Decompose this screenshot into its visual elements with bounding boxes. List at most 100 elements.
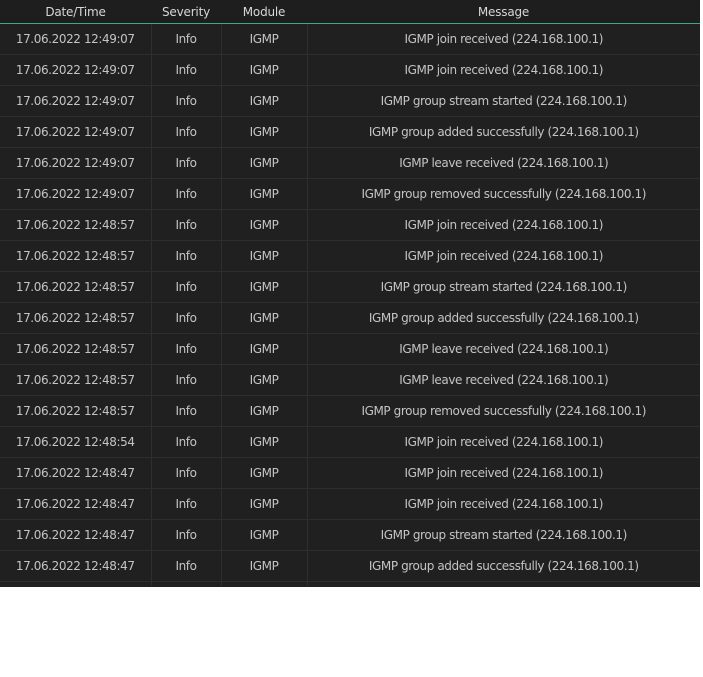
cell-module: IGMP: [220, 395, 307, 427]
cell-message: IGMP leave received (224.168.100.1): [306, 147, 700, 179]
cell-datetime: 17.06.2022 12:48:57: [0, 333, 151, 365]
cell-datetime: 17.06.2022 12:48:57: [0, 302, 151, 334]
cell-module: IGMP: [220, 209, 307, 241]
cell-datetime: 17.06.2022 12:48:54: [0, 426, 151, 458]
cell-message: IGMP join received (224.168.100.1): [306, 209, 700, 241]
cell-severity: Info: [150, 302, 221, 334]
cell-module: IGMP: [220, 54, 307, 86]
cell-message: IGMP group stream started (224.168.100.1…: [306, 519, 700, 551]
cell-empty: [220, 581, 307, 586]
cell-severity: Info: [150, 550, 221, 582]
table-row[interactable]: 17.06.2022 12:48:47 Info IGMP IGMP join rec…: [0, 457, 700, 489]
cell-message: IGMP join received (224.168.100.1): [306, 457, 700, 489]
cell-datetime: 17.06.2022 12:49:07: [0, 178, 151, 210]
cell-datetime: 17.06.2022 12:48:47: [0, 488, 151, 520]
cell-datetime: 17.06.2022 12:48:47: [0, 519, 151, 551]
cell-datetime: 17.06.2022 12:48:57: [0, 240, 151, 272]
table-row[interactable]: 17.06.2022 12:49:07 Info IGMP IGMP group re…: [0, 178, 700, 210]
cell-severity: Info: [150, 209, 221, 241]
cell-message: IGMP group stream started (224.168.100.1…: [306, 85, 700, 117]
cell-module: IGMP: [220, 488, 307, 520]
cell-datetime: 17.06.2022 12:49:07: [0, 147, 151, 179]
cell-datetime: 17.06.2022 12:49:07: [0, 85, 151, 117]
cell-datetime: 17.06.2022 12:48:57: [0, 209, 151, 241]
cell-empty: [0, 582, 151, 587]
cell-module: IGMP: [220, 85, 307, 117]
cell-severity: Info: [150, 23, 221, 55]
cell-message: IGMP join received (224.168.100.1): [306, 23, 700, 55]
log-panel: Date/Time Severity Module Message 17.06.…: [0, 0, 700, 587]
cell-severity: Info: [150, 271, 221, 303]
table-row[interactable]: 17.06.2022 12:49:07 Info IGMP IGMP group st…: [0, 85, 700, 117]
column-header-severity[interactable]: Severity: [151, 0, 221, 24]
table-row[interactable]: 17.06.2022 12:48:57 Info IGMP IGMP join rec…: [0, 240, 700, 272]
table-row[interactable]: 17.06.2022 12:48:54 Info IGMP IGMP join rec…: [0, 426, 700, 458]
table-row[interactable]: 17.06.2022 12:48:47 Info IGMP IGMP group st…: [0, 519, 700, 551]
table-row[interactable]: 17.06.2022 12:49:07 Info IGMP IGMP join rec…: [0, 23, 700, 55]
cell-module: IGMP: [220, 178, 307, 210]
cell-datetime: 17.06.2022 12:48:57: [0, 271, 151, 303]
cell-severity: Info: [150, 85, 221, 117]
cell-module: IGMP: [220, 519, 307, 551]
cell-severity: Info: [150, 395, 221, 427]
cell-empty: [150, 581, 221, 586]
cell-module: IGMP: [220, 550, 307, 582]
header-row: Date/Time Severity Module Message: [0, 0, 700, 24]
cell-datetime: 17.06.2022 12:48:57: [0, 364, 151, 396]
cell-severity: Info: [150, 178, 221, 210]
cell-message: IGMP join received (224.168.100.1): [306, 240, 700, 272]
log-table: Date/Time Severity Module Message 17.06.…: [0, 0, 700, 586]
table-row[interactable]: 17.06.2022 12:48:47 Info IGMP IGMP join rec…: [0, 488, 700, 520]
column-header-module[interactable]: Module: [221, 0, 307, 24]
cell-message: IGMP leave received (224.168.100.1): [306, 333, 700, 365]
cell-message: IGMP group removed successfully (224.168…: [306, 178, 700, 210]
cell-datetime: 17.06.2022 12:49:07: [0, 116, 151, 148]
cell-empty: [306, 581, 700, 586]
cell-module: IGMP: [220, 147, 307, 179]
table-row-partial: [0, 581, 700, 587]
cell-module: IGMP: [220, 271, 307, 303]
cell-module: IGMP: [220, 116, 307, 148]
cell-datetime: 17.06.2022 12:48:47: [0, 550, 151, 582]
cell-datetime: 17.06.2022 12:49:07: [0, 54, 151, 86]
cell-module: IGMP: [220, 302, 307, 334]
column-header-message[interactable]: Message: [307, 0, 700, 24]
cell-message: IGMP leave received (224.168.100.1): [306, 364, 700, 396]
cell-message: IGMP join received (224.168.100.1): [306, 54, 700, 86]
cell-module: IGMP: [220, 364, 307, 396]
cell-module: IGMP: [220, 23, 307, 55]
table-row[interactable]: 17.06.2022 12:48:57 Info IGMP IGMP leave re…: [0, 333, 700, 365]
log-table-body: 17.06.2022 12:49:07 Info IGMP IGMP join rec…: [0, 23, 700, 587]
cell-datetime: 17.06.2022 12:48:57: [0, 395, 151, 427]
table-row[interactable]: 17.06.2022 12:48:57 Info IGMP IGMP join rec…: [0, 209, 700, 241]
cell-message: IGMP group added successfully (224.168.1…: [306, 302, 700, 334]
table-row[interactable]: 17.06.2022 12:48:57 Info IGMP IGMP group ad…: [0, 302, 700, 334]
cell-message: IGMP join received (224.168.100.1): [306, 488, 700, 520]
cell-message: IGMP join received (224.168.100.1): [306, 426, 700, 458]
table-row[interactable]: 17.06.2022 12:49:07 Info IGMP IGMP join rec…: [0, 54, 700, 86]
cell-severity: Info: [150, 147, 221, 179]
table-row[interactable]: 17.06.2022 12:48:57 Info IGMP IGMP group st…: [0, 271, 700, 303]
cell-message: IGMP group stream started (224.168.100.1…: [306, 271, 700, 303]
log-table-header: Date/Time Severity Module Message: [0, 0, 700, 24]
cell-severity: Info: [150, 333, 221, 365]
cell-severity: Info: [150, 457, 221, 489]
table-row[interactable]: 17.06.2022 12:48:57 Info IGMP IGMP group re…: [0, 395, 700, 427]
table-row[interactable]: 17.06.2022 12:49:07 Info IGMP IGMP leave re…: [0, 147, 700, 179]
cell-severity: Info: [150, 488, 221, 520]
cell-module: IGMP: [220, 240, 307, 272]
column-header-datetime[interactable]: Date/Time: [0, 0, 151, 24]
cell-severity: Info: [150, 240, 221, 272]
table-row[interactable]: 17.06.2022 12:49:07 Info IGMP IGMP group ad…: [0, 116, 700, 148]
cell-severity: Info: [150, 116, 221, 148]
table-row[interactable]: 17.06.2022 12:48:47 Info IGMP IGMP group ad…: [0, 550, 700, 582]
cell-message: IGMP group added successfully (224.168.1…: [306, 550, 700, 582]
cell-module: IGMP: [220, 457, 307, 489]
cell-datetime: 17.06.2022 12:48:47: [0, 457, 151, 489]
cell-message: IGMP group added successfully (224.168.1…: [306, 116, 700, 148]
cell-datetime: 17.06.2022 12:49:07: [0, 23, 151, 55]
cell-severity: Info: [150, 519, 221, 551]
table-row[interactable]: 17.06.2022 12:48:57 Info IGMP IGMP leave re…: [0, 364, 700, 396]
cell-module: IGMP: [220, 426, 307, 458]
cell-severity: Info: [150, 364, 221, 396]
